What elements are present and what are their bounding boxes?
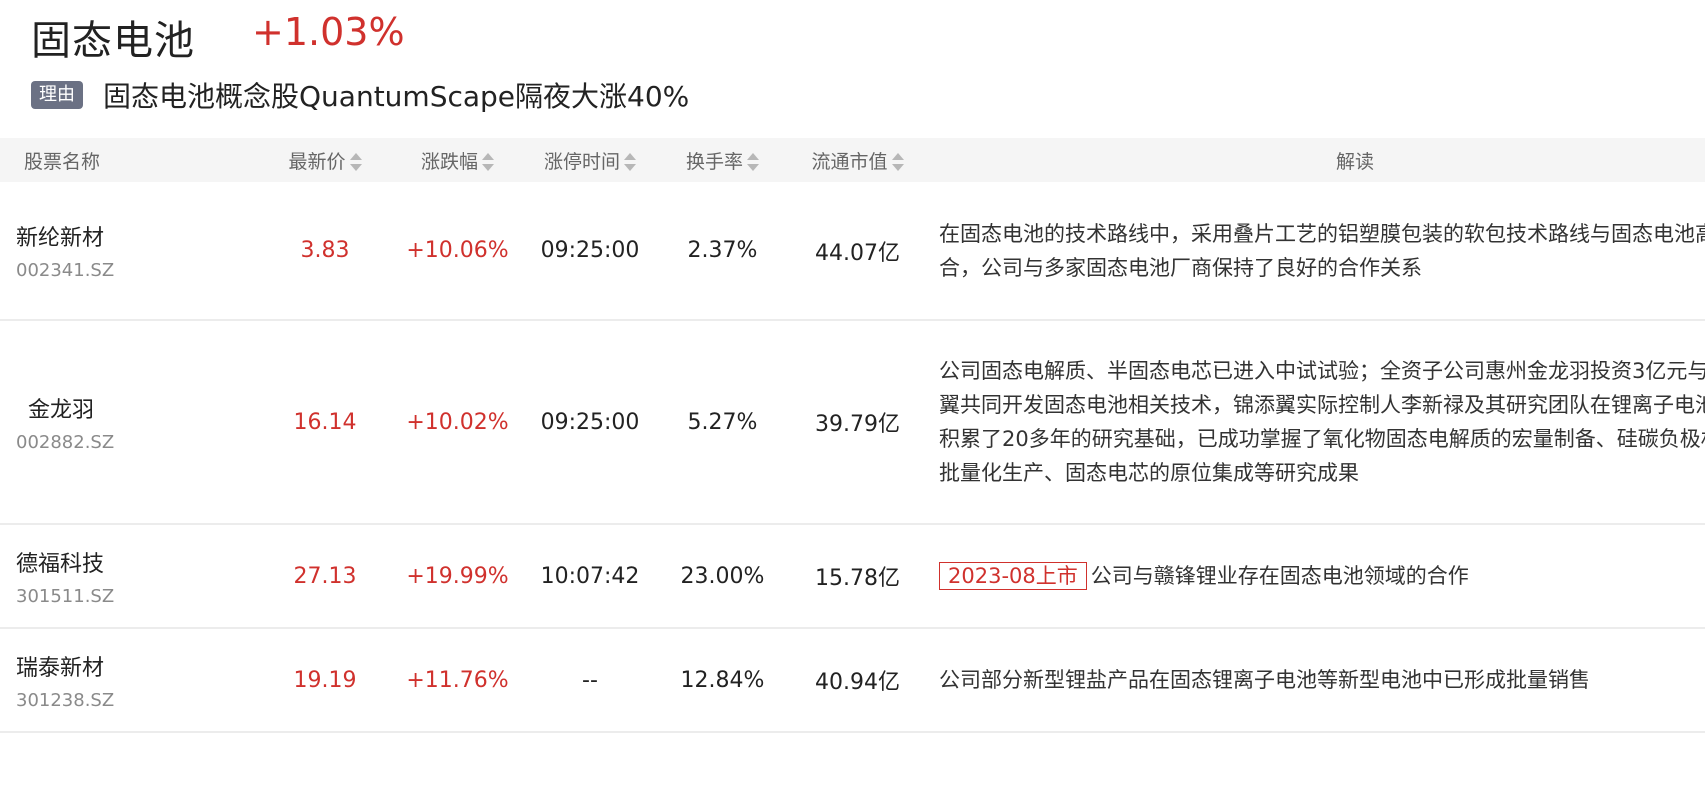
- stock-code: 002882.SZ: [16, 431, 115, 453]
- desc-text: 公司与赣锋锂业存在固态电池领域的合作: [1090, 564, 1469, 588]
- col-header-change[interactable]: 涨跌幅: [390, 138, 525, 182]
- desc-cell: 2023-08上市 公司与赣锋锂业存在固态电池领域的合作: [925, 524, 1705, 628]
- market-cap-cell: 44.07亿: [815, 240, 900, 266]
- turnover-cell: 5.27%: [687, 409, 758, 435]
- price-cell: 16.14: [293, 409, 357, 435]
- col-header-desc: 解读: [1335, 150, 1374, 173]
- stock-cell[interactable]: 瑞泰新材 301238.SZ: [0, 628, 260, 732]
- change-cell: +11.76%: [406, 667, 509, 693]
- reason-text: 固态电池概念股QuantumScape隔夜大涨40%: [103, 80, 690, 113]
- price-cell: 19.19: [293, 667, 357, 693]
- table-row[interactable]: 德福科技 301511.SZ 27.13 +19.99% 10:07:42 23…: [0, 524, 1705, 628]
- desc-text: 在固态电池的技术路线中，采用叠片工艺的铝塑膜包装的软包技术路线与固态电池高度契合…: [939, 221, 1705, 280]
- stock-name[interactable]: 新纶新材: [16, 220, 260, 252]
- price-cell: 27.13: [293, 563, 357, 589]
- sort-icon[interactable]: [890, 152, 904, 172]
- stock-code: 002341.SZ: [16, 260, 115, 281]
- market-cap-cell: 39.79亿: [815, 412, 900, 437]
- limit-time-cell: 09:25:00: [540, 238, 640, 263]
- stock-cell[interactable]: 金龙羽 002882.SZ: [0, 320, 260, 524]
- turnover-cell: 2.37%: [687, 238, 758, 263]
- reason-row: 理由 固态电池概念股QuantumScape隔夜大涨40%: [31, 75, 689, 115]
- stock-name[interactable]: 瑞泰新材: [16, 650, 260, 682]
- col-header-name: 股票名称: [24, 150, 101, 173]
- concept-change: +1.03%: [252, 10, 405, 54]
- desc-text: 公司固态电解质、半固态电芯已进入中试试验；全资子公司惠州金龙羽投资3亿元与锦添翼…: [939, 359, 1705, 485]
- stock-cell[interactable]: 新纶新材 002341.SZ: [0, 182, 260, 320]
- stock-code: 301511.SZ: [16, 585, 115, 607]
- desc-cell: 在固态电池的技术路线中，采用叠片工艺的铝塑膜包装的软包技术路线与固态电池高度契合…: [925, 182, 1705, 320]
- sort-icon[interactable]: [348, 152, 362, 172]
- market-cap-cell: 15.78亿: [815, 566, 900, 591]
- col-header-limit-time[interactable]: 涨停时间: [525, 138, 655, 182]
- col-header-turnover[interactable]: 换手率: [655, 138, 790, 182]
- sort-icon[interactable]: [480, 152, 494, 172]
- sort-icon[interactable]: [745, 152, 759, 172]
- desc-cell: 公司固态电解质、半固态电芯已进入中试试验；全资子公司惠州金龙羽投资3亿元与锦添翼…: [925, 320, 1705, 524]
- table-row[interactable]: 瑞泰新材 301238.SZ 19.19 +11.76% -- 12.84% 4…: [0, 628, 1705, 732]
- change-cell: +19.99%: [406, 563, 509, 589]
- ipo-badge: 2023-08上市: [939, 562, 1087, 590]
- change-cell: +10.06%: [406, 238, 509, 263]
- market-cap-cell: 40.94亿: [815, 670, 900, 695]
- desc-cell: 公司部分新型锂盐产品在固态锂离子电池等新型电池中已形成批量销售: [925, 628, 1705, 732]
- stock-name[interactable]: 德福科技: [16, 546, 260, 578]
- table-row[interactable]: 金龙羽 002882.SZ 16.14 +10.02% 09:25:00 5.2…: [0, 320, 1705, 524]
- stock-table: 股票名称 最新价 涨跌幅 涨停时间 换手率 流通市值 解读 新纶新材 00234…: [0, 138, 1705, 733]
- table-row[interactable]: 新纶新材 002341.SZ 3.83 +10.06% 09:25:00 2.3…: [0, 182, 1705, 320]
- stock-cell[interactable]: 德福科技 301511.SZ: [0, 524, 260, 628]
- price-cell: 3.83: [300, 238, 350, 263]
- col-header-market-cap[interactable]: 流通市值: [790, 138, 925, 182]
- stock-code: 301238.SZ: [16, 689, 115, 711]
- concept-header: 固态电池 +1.03% 理由 固态电池概念股QuantumScape隔夜大涨40…: [0, 0, 1705, 138]
- limit-time-cell: --: [582, 667, 598, 693]
- change-cell: +10.02%: [406, 409, 509, 435]
- desc-text: 公司部分新型锂盐产品在固态锂离子电池等新型电池中已形成批量销售: [939, 668, 1590, 692]
- table-header-row: 股票名称 最新价 涨跌幅 涨停时间 换手率 流通市值 解读: [0, 138, 1705, 182]
- stock-name[interactable]: 金龙羽: [16, 392, 260, 424]
- limit-time-cell: 10:07:42: [540, 563, 640, 589]
- col-header-price[interactable]: 最新价: [260, 138, 390, 182]
- turnover-cell: 12.84%: [680, 667, 765, 693]
- limit-time-cell: 09:25:00: [540, 409, 640, 435]
- reason-tag: 理由: [31, 81, 83, 109]
- turnover-cell: 23.00%: [680, 563, 765, 589]
- concept-title: 固态电池: [31, 18, 195, 64]
- sort-icon[interactable]: [622, 152, 636, 172]
